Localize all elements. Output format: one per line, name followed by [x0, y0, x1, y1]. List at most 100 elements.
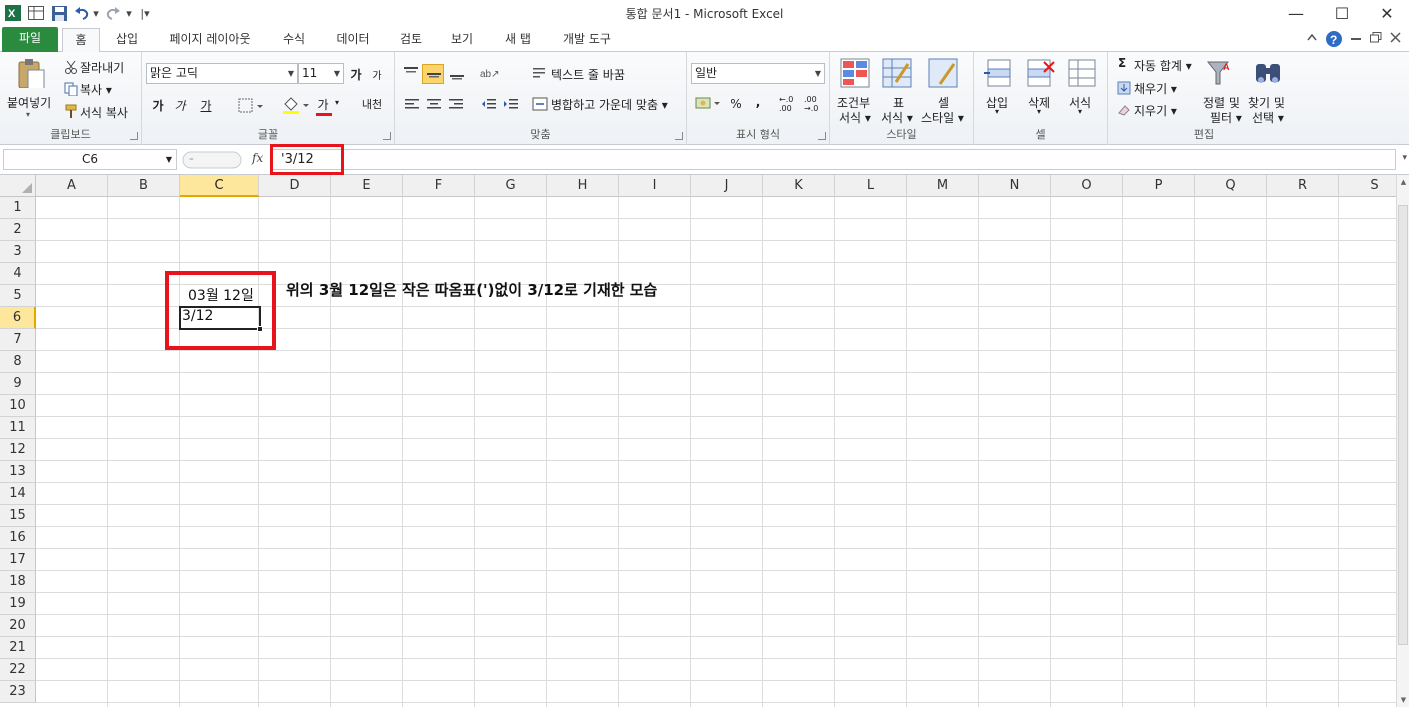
orientation-icon[interactable]: ab↗	[480, 66, 506, 80]
tab-home[interactable]: 홈	[62, 28, 100, 54]
paste-button[interactable]: 붙여넣기	[7, 94, 51, 111]
percent-button[interactable]: %	[727, 94, 745, 114]
row-header-13[interactable]: 13	[0, 461, 36, 483]
row-header-6[interactable]: 6	[0, 307, 36, 329]
row-header-2[interactable]: 2	[0, 219, 36, 241]
find-select-dropdown[interactable]: 선택 ▾	[1252, 109, 1284, 126]
column-header-l[interactable]: L	[835, 175, 907, 197]
column-header-f[interactable]: F	[403, 175, 475, 197]
column-header-r[interactable]: R	[1267, 175, 1339, 197]
row-header-4[interactable]: 4	[0, 263, 36, 285]
align-top-icon[interactable]	[403, 66, 419, 80]
align-center-icon[interactable]	[426, 98, 442, 110]
worksheet-grid[interactable]: ABCDEFGHIJKLMNOPQRS 1 2 3 4 5 6 7 8 9 10 11 12 13 14 1…	[0, 175, 1409, 707]
paste-dropdown-icon[interactable]: ▾	[26, 110, 30, 119]
name-box[interactable]: C6 ▼	[3, 149, 177, 170]
tab-data[interactable]: 데이터	[322, 28, 384, 52]
autosum-button[interactable]: 자동 합계 ▾	[1134, 57, 1192, 74]
row-header-10[interactable]: 10	[0, 395, 36, 417]
column-header-i[interactable]: I	[619, 175, 691, 197]
font-color-dropdown-icon[interactable]: ▾	[335, 98, 339, 107]
row-header-20[interactable]: 20	[0, 615, 36, 637]
copy-button[interactable]: 복사 ▾	[80, 81, 112, 98]
align-left-icon[interactable]	[404, 98, 420, 110]
format-dropdown-icon[interactable]: ▾	[1078, 107, 1082, 116]
redo-dropdown[interactable]: ▾	[124, 4, 134, 22]
column-header-o[interactable]: O	[1051, 175, 1123, 197]
row-header-3[interactable]: 3	[0, 241, 36, 263]
clear-button[interactable]: 지우기 ▾	[1134, 102, 1177, 119]
increase-decimal-button[interactable]: ←.0 .00	[779, 94, 803, 114]
accounting-format-icon[interactable]	[695, 96, 721, 112]
column-header-k[interactable]: K	[763, 175, 835, 197]
undo-dropdown[interactable]: ▾	[91, 4, 101, 22]
italic-button[interactable]: 가	[170, 95, 190, 115]
redo-icon[interactable]	[104, 4, 122, 22]
shrink-font-button[interactable]: 가	[368, 64, 386, 84]
select-all-button[interactable]	[0, 175, 36, 197]
number-launcher-icon[interactable]	[818, 132, 826, 140]
tab-review[interactable]: 검토	[390, 28, 432, 52]
font-color-button[interactable]: 가	[314, 94, 332, 114]
conditional-formatting-dropdown[interactable]: 서식 ▾	[839, 109, 871, 126]
formula-bar-splitter[interactable]: ⁼	[182, 151, 242, 169]
paste-icon[interactable]	[16, 58, 46, 88]
increase-indent-icon[interactable]	[503, 98, 519, 110]
row-header-12[interactable]: 12	[0, 439, 36, 461]
row-header-22[interactable]: 22	[0, 659, 36, 681]
tab-insert[interactable]: 삽입	[106, 28, 148, 52]
align-middle-button[interactable]	[422, 64, 444, 84]
tab-formulas[interactable]: 수식	[272, 28, 316, 52]
customize-qat-button[interactable]: |▾	[137, 4, 153, 22]
cut-button[interactable]: 잘라내기	[80, 59, 124, 76]
row-header-18[interactable]: 18	[0, 571, 36, 593]
decrease-decimal-button[interactable]: .00 →.0	[804, 94, 828, 114]
phonetic-guide-button[interactable]: 내천	[356, 94, 388, 114]
column-header-j[interactable]: J	[691, 175, 763, 197]
borders-icon[interactable]	[238, 98, 264, 114]
row-header-19[interactable]: 19	[0, 593, 36, 615]
tab-developer[interactable]: 개발 도구	[550, 28, 624, 52]
save-icon[interactable]	[50, 4, 68, 22]
workbook-minimize-icon[interactable]	[1350, 32, 1362, 45]
sort-filter-dropdown[interactable]: 필터 ▾	[1210, 109, 1242, 126]
row-header-7[interactable]: 7	[0, 329, 36, 351]
clipboard-launcher-icon[interactable]	[130, 132, 138, 140]
tab-file[interactable]: 파일	[2, 27, 58, 52]
row-header-17[interactable]: 17	[0, 549, 36, 571]
row-header-14[interactable]: 14	[0, 483, 36, 505]
workbook-restore-icon[interactable]	[1370, 32, 1382, 46]
font-size-select[interactable]: 11 ▼	[298, 63, 344, 84]
row-header-23[interactable]: 23	[0, 681, 36, 703]
tab-page-layout[interactable]: 페이지 레이아웃	[154, 28, 266, 52]
bold-button[interactable]: 가	[148, 95, 168, 115]
minimize-button[interactable]: —	[1273, 0, 1319, 26]
align-right-icon[interactable]	[448, 98, 464, 110]
column-header-e[interactable]: E	[331, 175, 403, 197]
decrease-indent-icon[interactable]	[481, 98, 497, 110]
row-header-21[interactable]: 21	[0, 637, 36, 659]
align-bottom-icon[interactable]	[449, 66, 465, 80]
tab-view[interactable]: 보기	[440, 28, 484, 52]
wrap-text-button[interactable]: 텍스트 줄 바꿈	[551, 66, 625, 83]
column-header-c[interactable]: C	[180, 175, 259, 197]
column-header-p[interactable]: P	[1123, 175, 1195, 197]
grow-font-button[interactable]: 가	[347, 64, 365, 84]
insert-function-icon[interactable]: fx	[252, 151, 263, 165]
row-header-8[interactable]: 8	[0, 351, 36, 373]
insert-dropdown-icon[interactable]: ▾	[995, 107, 999, 116]
column-header-d[interactable]: D	[259, 175, 331, 197]
collapse-ribbon-icon[interactable]	[1306, 32, 1318, 45]
number-format-select[interactable]: 일반 ▼	[691, 63, 825, 84]
undo-icon[interactable]	[72, 4, 90, 22]
formula-input[interactable]: '3/12	[270, 149, 1396, 170]
help-icon[interactable]: ?	[1325, 30, 1343, 51]
font-name-select[interactable]: 맑은 고딕 ▼	[146, 63, 298, 84]
tab-new[interactable]: 새 탭	[494, 28, 542, 52]
scroll-up-icon[interactable]: ▲	[1397, 175, 1409, 189]
row-header-15[interactable]: 15	[0, 505, 36, 527]
row-header-5[interactable]: 5	[0, 285, 36, 307]
workbook-close-icon[interactable]	[1390, 32, 1401, 46]
scroll-thumb[interactable]	[1398, 205, 1408, 645]
font-launcher-icon[interactable]	[383, 132, 391, 140]
